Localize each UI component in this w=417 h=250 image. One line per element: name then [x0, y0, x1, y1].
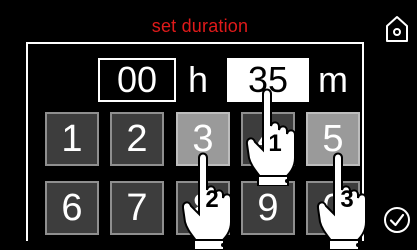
- hand-pointer-step-2: 2: [181, 150, 243, 250]
- checkmark-circle-icon: [384, 207, 410, 233]
- screen-title: set duration: [151, 16, 249, 36]
- key-7[interactable]: 7: [110, 181, 164, 235]
- home-button[interactable]: [385, 15, 409, 43]
- minutes-unit-label: m: [318, 59, 348, 100]
- key-2[interactable]: 2: [110, 112, 164, 166]
- key-9[interactable]: 9: [241, 181, 295, 235]
- step-number-1: 1: [268, 130, 282, 157]
- hours-unit-label: h: [188, 59, 209, 100]
- confirm-button[interactable]: [383, 206, 411, 234]
- hand-pointer-step-1: 1: [245, 86, 307, 186]
- key-6[interactable]: 6: [45, 181, 99, 235]
- step-number-3: 3: [340, 186, 354, 213]
- hours-field[interactable]: 00: [98, 58, 176, 102]
- key-1[interactable]: 1: [45, 112, 99, 166]
- step-number-2: 2: [205, 186, 219, 213]
- hand-pointer-step-3: 3: [316, 150, 378, 250]
- home-icon: [386, 16, 408, 42]
